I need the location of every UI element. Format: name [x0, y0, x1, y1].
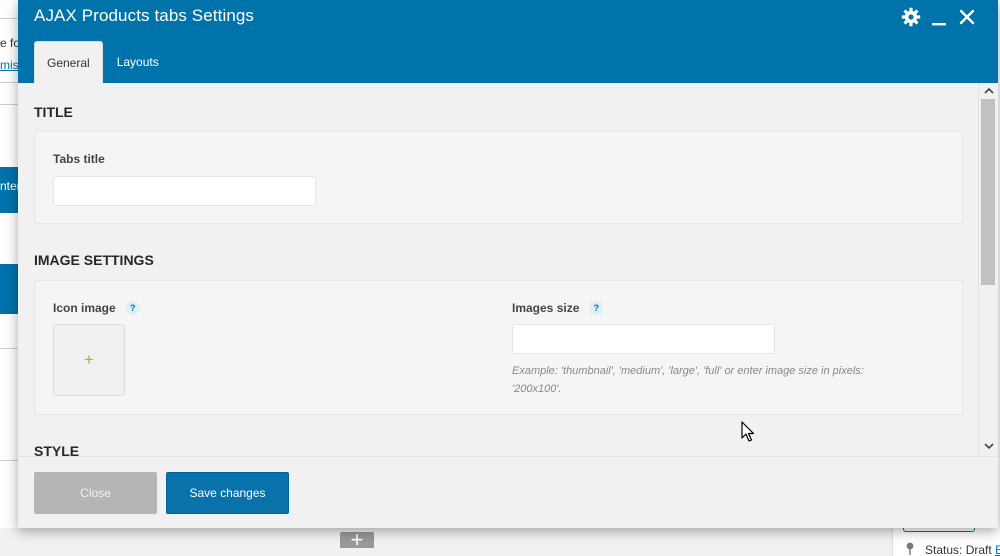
modal-header: AJAX Products tabs Settings General Layo…: [18, 0, 998, 83]
section-heading-image-settings: IMAGE SETTINGS: [34, 252, 154, 268]
images-size-hint: Example: 'thumbnail', 'medium', 'large',…: [512, 362, 932, 398]
divider: [0, 82, 20, 83]
tab-general[interactable]: General: [34, 41, 103, 83]
scrollbar-thumb[interactable]: [981, 99, 995, 285]
tabs-title-label: Tabs title: [53, 152, 105, 166]
add-block-button[interactable]: +: [340, 529, 374, 551]
settings-modal: AJAX Products tabs Settings General Layo…: [18, 0, 998, 528]
background-left-strip: e fo mis nter: [0, 0, 20, 556]
status-value: Draft: [965, 543, 992, 556]
mouse-cursor-icon: [741, 421, 755, 442]
icon-image-label-text: Icon image: [53, 301, 116, 315]
scroll-down-arrow-icon[interactable]: [979, 439, 998, 453]
bg-button-edge: [903, 528, 975, 532]
section-heading-style: STYLE: [34, 443, 80, 456]
help-icon[interactable]: ?: [125, 301, 140, 315]
divider: [0, 460, 20, 461]
bg-blue-button[interactable]: nter: [0, 167, 20, 213]
modal-tabs: General Layouts: [34, 41, 171, 83]
close-button[interactable]: Close: [34, 472, 157, 514]
images-size-label-text: Images size: [512, 301, 580, 315]
images-size-input[interactable]: [512, 324, 775, 354]
status-edit-link[interactable]: E: [995, 543, 1000, 556]
close-icon[interactable]: [956, 6, 978, 28]
publish-status-box: Status: Draft E: [892, 528, 1000, 556]
divider: [0, 104, 20, 105]
tabs-title-label-text: Tabs title: [53, 152, 105, 166]
images-size-label: Images size ?: [512, 301, 604, 315]
status-text: Status: Draft E: [925, 543, 1000, 556]
modal-title: AJAX Products tabs Settings: [34, 6, 255, 25]
images-size-hint-line: '200x100'.: [512, 383, 562, 395]
help-icon[interactable]: ?: [589, 301, 604, 315]
image-settings-panel: Icon image ? + Images size ? Example: 't…: [34, 280, 963, 415]
add-icon: +: [84, 350, 94, 369]
background-bottom-area: [0, 528, 1000, 556]
bg-link-fragment[interactable]: mis: [0, 58, 19, 72]
title-panel: Tabs title: [34, 131, 963, 224]
modal-header-controls: [900, 6, 978, 28]
bg-blue-bar: [0, 264, 20, 314]
save-changes-button[interactable]: Save changes: [166, 472, 289, 514]
modal-body: TITLE Tabs title IMAGE SETTINGS Icon ima…: [18, 83, 978, 456]
pin-icon: [905, 542, 915, 556]
modal-footer: Close Save changes: [18, 456, 998, 528]
tabs-title-input[interactable]: [53, 176, 316, 206]
divider: [0, 348, 20, 349]
bg-text-fragment: e fo: [0, 36, 20, 50]
minimize-icon[interactable]: [928, 6, 950, 28]
icon-image-upload[interactable]: +: [53, 324, 125, 396]
bg-button-fragment: nter: [0, 179, 20, 193]
divider: [0, 18, 20, 19]
scroll-up-arrow-icon[interactable]: [979, 83, 998, 97]
icon-image-label: Icon image ?: [53, 301, 140, 315]
tab-layouts[interactable]: Layouts: [105, 41, 171, 83]
section-heading-title: TITLE: [34, 104, 73, 120]
gear-icon[interactable]: [900, 6, 922, 28]
status-label: Status:: [925, 543, 963, 556]
modal-scrollbar[interactable]: [978, 83, 998, 456]
add-block-glyph: +: [350, 527, 364, 552]
images-size-hint-line: Example: 'thumbnail', 'medium', 'large',…: [512, 365, 864, 377]
